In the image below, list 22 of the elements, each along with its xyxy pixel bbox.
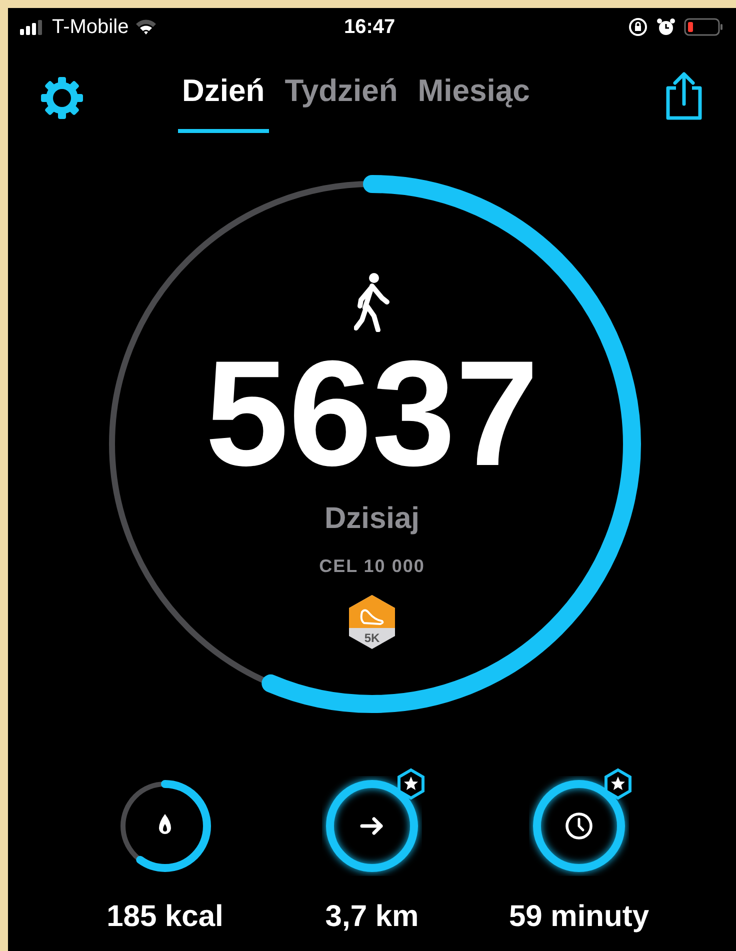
star-badge-icon — [396, 768, 426, 800]
clock-icon — [563, 810, 595, 842]
carrier-name: T-Mobile — [52, 15, 129, 40]
badge-label: 5K — [363, 630, 381, 647]
goal-label: CEL 10 000 — [319, 555, 425, 578]
rotation-lock-icon — [628, 17, 648, 37]
settings-icon[interactable] — [38, 74, 86, 122]
hexagon-badge-icon — [347, 594, 397, 650]
period-tab[interactable]: Tydzień — [280, 68, 402, 132]
walking-person-icon — [354, 272, 390, 332]
stat-value: 185 kcal — [106, 899, 224, 935]
star-badge-icon — [603, 768, 633, 800]
stat-value: 3,7 km — [325, 899, 419, 935]
period-tab[interactable]: Miesiąc — [414, 68, 534, 132]
period-tab[interactable]: Dzień — [178, 68, 269, 132]
alarm-icon — [656, 17, 676, 37]
stat-value: 59 minuty — [508, 899, 650, 935]
clock-time: 16:47 — [344, 15, 396, 40]
wifi-icon — [134, 19, 157, 35]
battery-icon — [684, 17, 724, 37]
step-count: 5637 — [205, 338, 539, 488]
period-label: Dzisiaj — [324, 501, 420, 537]
